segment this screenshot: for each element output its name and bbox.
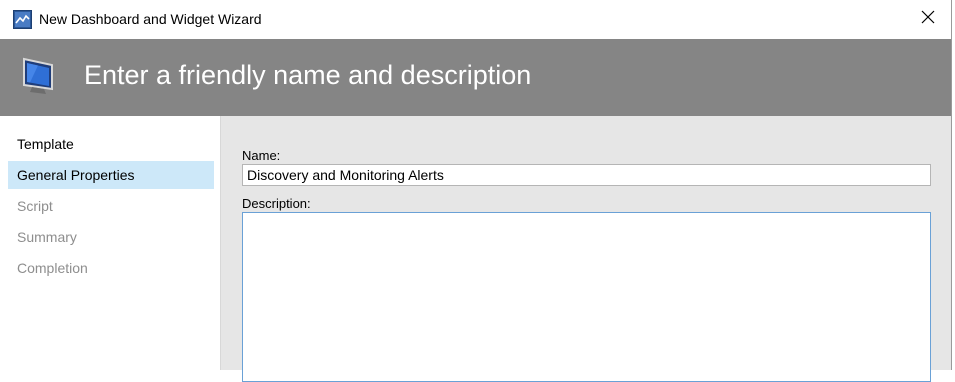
app-icon bbox=[13, 10, 32, 29]
content-panel: Name: Discovery and Monitoring Alerts De… bbox=[221, 116, 951, 382]
monitor-icon bbox=[18, 55, 58, 97]
close-icon bbox=[921, 10, 935, 29]
description-label: Description: bbox=[242, 196, 311, 211]
description-textarea[interactable] bbox=[242, 212, 931, 382]
title-bar[interactable]: New Dashboard and Widget Wizard bbox=[0, 0, 951, 39]
page-title: Enter a friendly name and description bbox=[84, 60, 532, 90]
wizard-steps: Template General Properties Script Summa… bbox=[0, 116, 220, 370]
step-general-properties[interactable]: General Properties bbox=[8, 161, 214, 189]
step-script: Script bbox=[17, 198, 53, 214]
close-button[interactable] bbox=[905, 0, 951, 39]
name-label: Name: bbox=[242, 148, 281, 163]
wizard-window: New Dashboard and Widget Wizard Enter a … bbox=[0, 0, 952, 382]
step-template[interactable]: Template bbox=[8, 130, 214, 158]
step-completion: Completion bbox=[17, 260, 88, 276]
name-input[interactable]: Discovery and Monitoring Alerts bbox=[242, 164, 931, 186]
step-summary: Summary bbox=[17, 229, 77, 245]
window-title: New Dashboard and Widget Wizard bbox=[39, 11, 262, 27]
wizard-header: Enter a friendly name and description bbox=[0, 39, 951, 116]
